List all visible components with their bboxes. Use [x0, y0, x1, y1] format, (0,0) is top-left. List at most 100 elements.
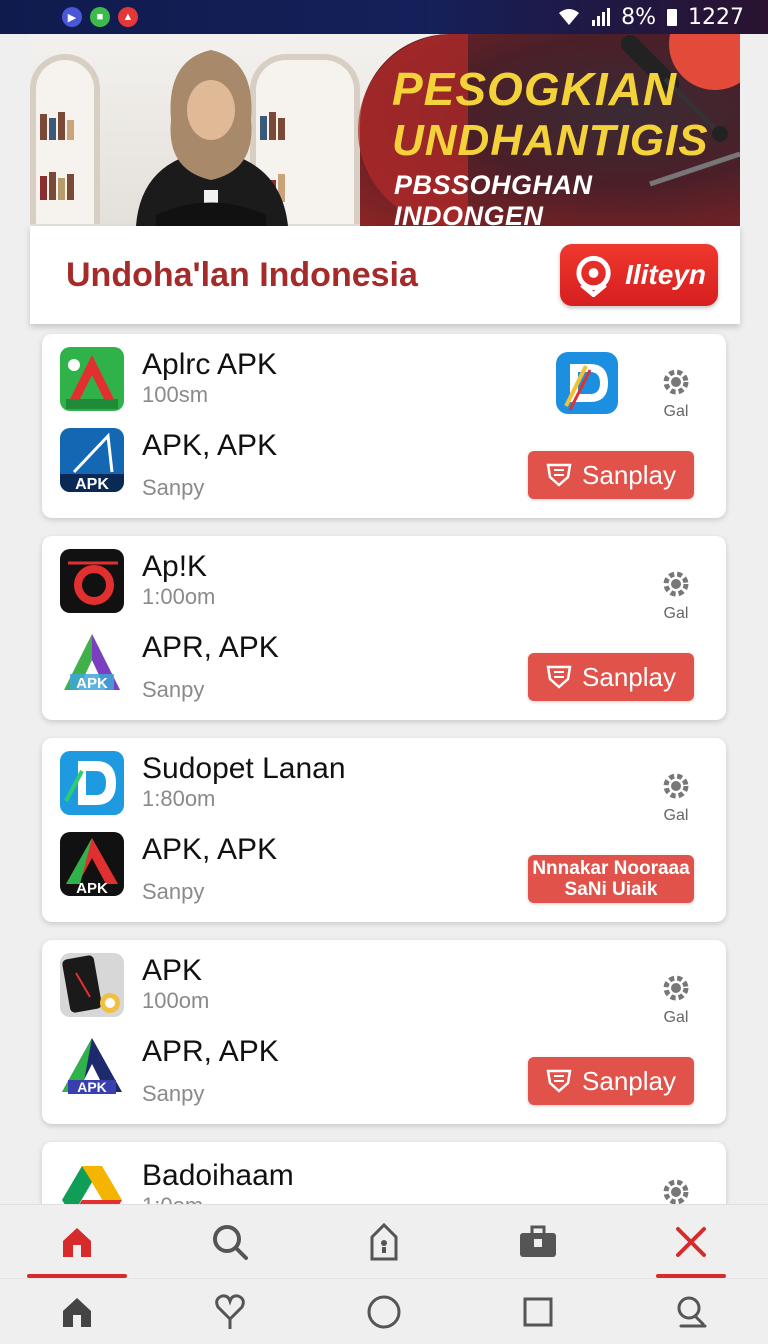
alert-notification-icon: ▲: [118, 7, 138, 27]
app-card[interactable]: Ap!K 1:00om Gal APK APR, APK Sanpy Sanpl…: [42, 536, 726, 720]
tab-work[interactable]: [461, 1205, 615, 1278]
header-action-label: Iliteyn: [625, 259, 706, 290]
app-size: 1:80om: [142, 786, 216, 811]
hero-banner[interactable]: PESOGKIAN UNDHANTIGIS PBSSOHGHAN INDONGE…: [30, 34, 740, 226]
install-label-line1: Nnnakar Nooraaa: [532, 858, 690, 879]
app-card[interactable]: Aplrc APK 100sm Gal APK APK, APK Sanpy S…: [42, 334, 726, 518]
gear-label: Gal: [663, 403, 689, 420]
apk-badge: APK: [75, 476, 109, 492]
battery-percent: 8%: [621, 4, 656, 30]
app-size: 100sm: [142, 382, 209, 407]
nav-home[interactable]: [0, 1279, 154, 1344]
wifi-icon: [557, 7, 581, 27]
phone-apk-icon[interactable]: [60, 953, 124, 1017]
settings-gear[interactable]: Gal: [660, 974, 692, 1027]
screen: ▶ ■ ▲ 8% 1227 PESOGKIAN UNDHANTIGIS PBSS…: [0, 0, 768, 1344]
app-title: APK, APK: [142, 833, 278, 866]
gear-label: Gal: [663, 605, 689, 622]
tab-places[interactable]: [307, 1205, 461, 1278]
bottom-tab-bar: [0, 1204, 768, 1278]
app-title: APR, APK: [142, 1035, 279, 1068]
square-icon: [523, 1297, 553, 1326]
hero-title-line2: UNDHANTIGIS: [392, 116, 709, 165]
app-title: Ap!K: [142, 550, 208, 583]
shield-icon: [546, 665, 572, 689]
system-navigation-bar: [0, 1278, 768, 1344]
app-card[interactable]: Badoihaam 1:0om: [42, 1142, 726, 1212]
app-card[interactable]: Sudopet Lanan 1:80om Gal APK APK, APK Sa…: [42, 738, 726, 922]
apk-badge: APK: [76, 880, 108, 896]
section-header: Undoha'lan Indonesia Iliteyn: [30, 226, 740, 324]
sanplay-label: Sanplay: [582, 661, 676, 692]
clock: 1227: [688, 4, 744, 30]
header-action-button[interactable]: Iliteyn: [560, 244, 718, 306]
apk-badge: APK: [76, 675, 108, 692]
app-size: 1:00om: [142, 584, 216, 609]
page-title: Undoha'lan Indonesia: [66, 255, 418, 294]
settings-gear[interactable]: Gal: [660, 772, 692, 825]
presenter-photo: [136, 50, 288, 226]
close-icon: [676, 1226, 707, 1257]
gear-label: Gal: [663, 807, 689, 824]
app-title: APK: [142, 954, 203, 987]
green-apk-icon[interactable]: [60, 347, 124, 411]
notification-app-icon: ▶: [62, 7, 82, 27]
tab-home[interactable]: [0, 1205, 154, 1278]
gear-icon: [663, 1179, 689, 1205]
app-size: 100om: [142, 988, 210, 1013]
gear-icon: [663, 369, 689, 395]
briefcase-icon: [519, 1225, 556, 1257]
settings-gear[interactable]: Gal: [660, 368, 692, 421]
gear-label: Gal: [663, 1009, 689, 1026]
shield-icon: [546, 1069, 572, 1093]
tab-close[interactable]: [614, 1205, 768, 1278]
nav-favorites[interactable]: [154, 1279, 308, 1344]
hero-subtitle: PBSSOHGHAN INDONGEN: [394, 170, 593, 226]
signal-icon: [591, 7, 611, 27]
gear-icon: [663, 773, 689, 799]
blue-d-app-icon[interactable]: [556, 352, 618, 414]
install-button[interactable]: Nnnakar Nooraaa SaNi Uiaik: [528, 855, 694, 903]
gear-icon: [663, 975, 689, 1001]
app-subtitle: Sanpy: [142, 1081, 205, 1106]
home-icon: [62, 1227, 91, 1257]
shield-icon: [546, 463, 572, 487]
sanplay-button[interactable]: Sanplay: [528, 653, 694, 701]
red-black-apk-icon[interactable]: [60, 549, 124, 613]
app-title: APK, APK: [142, 429, 278, 462]
app-subtitle: Sanpy: [142, 879, 205, 904]
status-bar: ▶ ■ ▲ 8% 1227: [0, 0, 768, 34]
black-apk-icon[interactable]: APK: [60, 832, 124, 896]
sanplay-label: Sanplay: [582, 1065, 676, 1096]
tab-search[interactable]: [154, 1205, 308, 1278]
nav-home-button[interactable]: [307, 1279, 461, 1344]
app-subtitle: Sanpy: [142, 677, 205, 702]
message-notification-icon: ■: [90, 7, 110, 27]
app-card[interactable]: APK 100om Gal APK APR, APK Sanpy Sanplay: [42, 940, 726, 1124]
nav-recents[interactable]: [461, 1279, 615, 1344]
app-title: Badoihaam: [142, 1159, 294, 1192]
circle-icon: [367, 1295, 401, 1328]
app-subtitle: Sanpy: [142, 475, 205, 500]
app-title: APR, APK: [142, 631, 279, 664]
gradient-apk-icon[interactable]: APK: [60, 1034, 124, 1098]
blue-d-store-icon[interactable]: [60, 751, 124, 815]
app-list: Aplrc APK 100sm Gal APK APK, APK Sanpy S…: [42, 334, 726, 1230]
rainbow-apk-icon[interactable]: APK: [60, 630, 124, 694]
gear-icon: [663, 571, 689, 597]
home-icon: [62, 1297, 91, 1327]
sanplay-button[interactable]: Sanplay: [528, 451, 694, 499]
sanplay-label: Sanplay: [582, 459, 676, 490]
install-label-line2: SaNi Uiaik: [564, 879, 658, 900]
apk-badge: APK: [77, 1079, 107, 1095]
app-title: Sudopet Lanan: [142, 752, 346, 785]
house-tag-icon: [370, 1222, 398, 1260]
blue-apk-icon[interactable]: APK: [60, 428, 124, 492]
nav-search[interactable]: [614, 1279, 768, 1344]
hero-title-line1: PESOGKIAN: [392, 63, 678, 115]
battery-icon: [666, 7, 678, 27]
search-icon: [677, 1296, 707, 1327]
settings-gear[interactable]: Gal: [660, 570, 692, 623]
bookshelf: [30, 54, 100, 224]
sanplay-button[interactable]: Sanplay: [528, 1057, 694, 1105]
